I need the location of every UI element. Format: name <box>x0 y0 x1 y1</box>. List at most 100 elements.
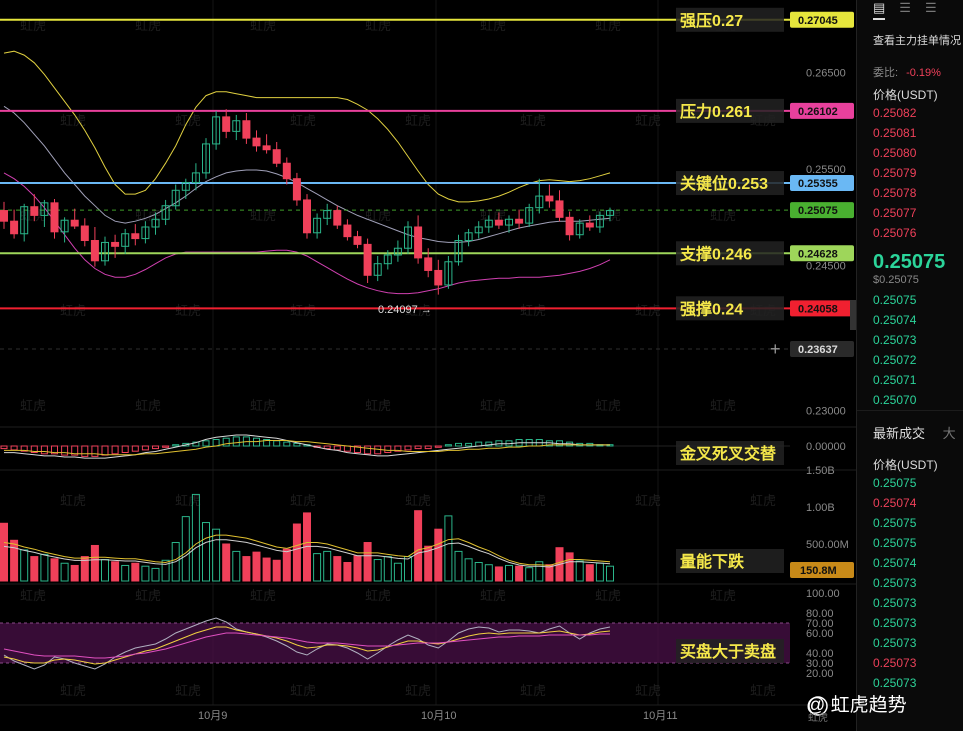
trade-row: 0.25073 <box>873 596 917 610</box>
watermark-tile: 虹虎 <box>175 683 201 698</box>
volume-bar <box>282 548 291 582</box>
volume-tick: 1.50B <box>806 465 835 477</box>
price-level-value: 0.24058 <box>798 303 838 315</box>
level-label: 关键位0.253 <box>680 174 768 193</box>
watermark-tile: 虹虎 <box>60 493 86 508</box>
trades-section: 最新成交 大 <box>857 410 963 450</box>
watermark-tile: 虹虎 <box>250 398 276 413</box>
watermark-tile: 虹虎 <box>175 493 201 508</box>
watermark-tile: 虹虎 <box>175 303 201 318</box>
y-tick-label: 0.25500 <box>806 164 846 176</box>
watermark-tile: 虹虎 <box>365 588 391 603</box>
candle-body <box>70 219 79 227</box>
level-label: 强撑0.24 <box>680 299 743 318</box>
y-tick-label: 0.24500 <box>806 261 846 273</box>
low-annotation: 0.24097 → <box>378 304 432 316</box>
watermark-tile: 虹虎 <box>405 113 431 128</box>
volume-bar <box>343 562 352 582</box>
bid-row[interactable]: 0.25072 <box>857 350 963 370</box>
watermark-tile: 虹虎 <box>635 113 661 128</box>
bid-row[interactable]: 0.25074 <box>857 310 963 330</box>
bid-row[interactable]: 0.25070 <box>857 390 963 410</box>
ask-row[interactable]: 0.25076 <box>857 223 963 243</box>
tab-bids-icon[interactable]: ☰ <box>899 0 911 20</box>
candle-body <box>303 199 311 234</box>
candle-body <box>363 243 372 276</box>
watermark-tile: 虹虎 <box>365 398 391 413</box>
trades-tab-2[interactable]: 大 <box>943 426 956 441</box>
volume-current: 150.8M <box>800 565 837 577</box>
watermark-tile: 虹虎 <box>710 398 736 413</box>
volume-bar <box>70 564 79 582</box>
price-level-value: 0.25075 <box>798 205 838 217</box>
candle-body <box>90 240 99 262</box>
candle-body <box>292 178 301 201</box>
level-label: 强压0.27 <box>680 12 743 30</box>
watermark-tile: 虹虎 <box>480 398 506 413</box>
watermark-tile: 虹虎 <box>290 303 316 318</box>
candle-body <box>555 200 564 218</box>
watermark-tile: 虹虎 <box>20 588 46 603</box>
candle-body <box>0 210 8 222</box>
volume-bar <box>333 556 342 582</box>
volume-bar <box>10 539 19 582</box>
candle-body <box>434 269 443 286</box>
volume-bar <box>363 542 372 582</box>
watermark-tile: 虹虎 <box>520 113 546 128</box>
ask-row[interactable]: 0.25078 <box>857 183 963 203</box>
candle-body <box>494 219 503 226</box>
candle-body <box>50 202 59 233</box>
volume-bar <box>565 552 574 582</box>
panel-title[interactable]: 查看主力挂单情况 <box>857 20 963 48</box>
ask-row[interactable]: 0.25080 <box>857 143 963 163</box>
watermark-tile: 虹虎 <box>290 113 316 128</box>
rsi-annotation: 买盘大于卖盘 <box>680 642 776 661</box>
ratio-label: 委比: <box>873 67 899 79</box>
candle-body <box>414 226 423 259</box>
tab-asks-icon[interactable]: ☰ <box>925 0 937 20</box>
volume-bar <box>111 561 120 582</box>
last-price: 0.25075 <box>873 251 946 273</box>
volume-annotation: 量能下跌 <box>680 552 745 571</box>
candle-body <box>424 257 433 271</box>
candle-body <box>515 218 524 224</box>
volume-tick: 1.00B <box>806 502 835 514</box>
tab-both-icon[interactable]: ▤ <box>873 0 886 20</box>
trades-tab[interactable]: 最新成交 <box>873 426 925 441</box>
bid-row[interactable]: 0.25073 <box>857 330 963 350</box>
chart-area[interactable]: 虹虎 虹虎 虹虎 虹虎 虹虎 虹虎虹虎 虹虎 虹虎 虹虎 虹虎 虹虎虹虎 虹虎 虹虎 虹虎 虹虎 虹虎虹虎 虹虎… <box>0 0 856 731</box>
order-book-panel: ▤ ☰ ☰ 查看主力挂单情况 委比: -0.19% 价格(USDT) 0.2508… <box>856 0 963 731</box>
trade-row: 0.25073 <box>873 636 917 650</box>
bid-list: 0.25075 0.25074 0.25073 0.25072 0.25071 0.250… <box>857 290 963 410</box>
volume-bar <box>292 523 301 582</box>
watermark-tile: 虹虎 <box>750 683 776 698</box>
watermark-tile: 虹虎 <box>635 493 661 508</box>
trade-row: 0.25074 <box>873 556 917 570</box>
ratio-value: -0.19% <box>906 67 941 79</box>
ask-row[interactable]: 0.25082 <box>857 103 963 123</box>
candle-body <box>343 224 352 238</box>
bid-row[interactable]: 0.25071 <box>857 370 963 390</box>
ask-row[interactable]: 0.25079 <box>857 163 963 183</box>
watermark-tile: 虹虎 <box>480 588 506 603</box>
macd-tick: 0.00000 <box>806 441 846 453</box>
ask-row[interactable]: 0.25077 <box>857 203 963 223</box>
bid-row[interactable]: 0.25075 <box>857 290 963 310</box>
trade-row: 0.25074 <box>873 496 917 510</box>
watermark-tile: 虹虎 <box>595 398 621 413</box>
watermark-tile: 虹虎 <box>290 683 316 698</box>
level-label: 支撑0.246 <box>679 244 752 263</box>
volume-bar <box>262 557 271 582</box>
watermark: @ 虹虎趋势 <box>806 695 907 716</box>
volume-bar <box>494 566 503 582</box>
ask-row[interactable]: 0.25081 <box>857 123 963 143</box>
volume-bar <box>90 544 99 582</box>
trade-list: 0.25075 0.25074 0.25075 0.25075 0.25074 0.250… <box>857 473 963 693</box>
panel-view-tabs[interactable]: ▤ ☰ ☰ <box>857 0 963 20</box>
level-label: 压力0.261 <box>680 102 752 121</box>
watermark-tile: 虹虎 <box>635 303 661 318</box>
crosshair-plus-icon: + <box>770 339 781 359</box>
volume-bar <box>272 559 281 582</box>
x-tick-label: 10月10 <box>421 710 456 722</box>
candle-body <box>222 116 231 132</box>
